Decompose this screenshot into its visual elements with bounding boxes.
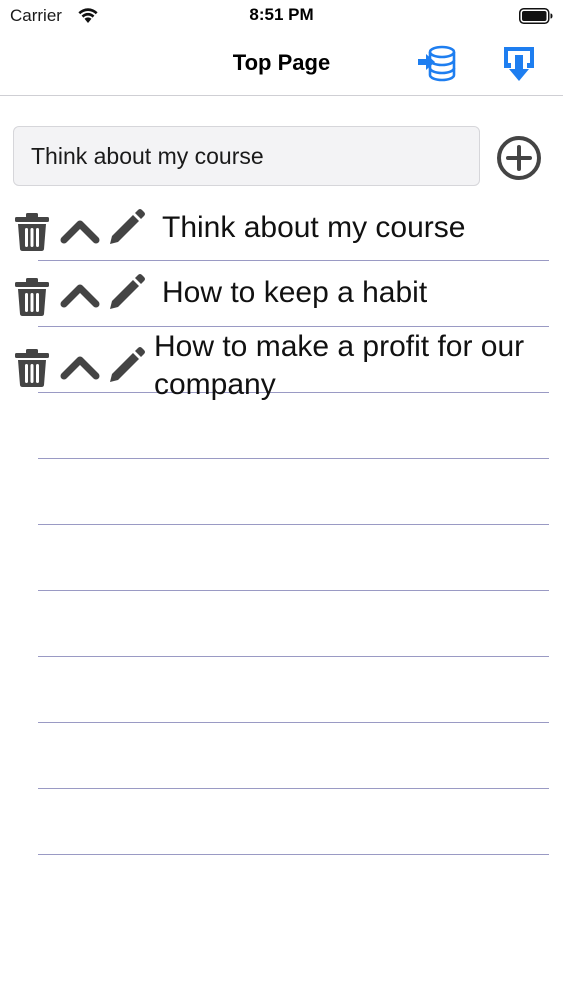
battery-icon	[519, 8, 553, 24]
status-bar: Carrier 8:51 PM	[0, 0, 563, 32]
edit-button[interactable]	[106, 208, 146, 248]
item-title: How to make a profit for our company	[154, 330, 525, 401]
move-up-button[interactable]	[60, 354, 100, 382]
list-separator	[38, 656, 549, 657]
plus-circle-icon	[497, 136, 541, 180]
trash-icon	[15, 213, 49, 251]
list-item: How to keep a habit	[0, 272, 563, 322]
list-item: Think about my course	[0, 206, 563, 256]
todo-text-field[interactable]	[13, 126, 480, 186]
list-separator	[38, 524, 549, 525]
list-separator	[38, 326, 549, 327]
edit-button[interactable]	[106, 273, 146, 313]
pencil-icon	[110, 347, 145, 382]
delete-button[interactable]	[14, 277, 50, 317]
download-icon	[504, 47, 534, 81]
database-import-icon	[418, 45, 456, 82]
move-up-button[interactable]	[60, 218, 100, 246]
list-separator	[38, 788, 549, 789]
list-separator	[38, 458, 549, 459]
trash-icon	[15, 278, 49, 316]
list-separator	[38, 854, 549, 855]
list-item: How to make a profit for our company	[0, 328, 563, 408]
item-title: Think about my course	[162, 211, 466, 244]
list-separator	[38, 722, 549, 723]
pencil-icon	[110, 209, 145, 244]
move-up-button[interactable]	[60, 282, 100, 310]
download-button[interactable]	[500, 44, 542, 84]
chevron-up-icon	[60, 220, 100, 244]
edit-button[interactable]	[106, 346, 146, 386]
navigation-bar: Top Page	[0, 32, 563, 96]
list-separator	[38, 590, 549, 591]
page-title: Top Page	[232, 50, 331, 75]
item-title: How to keep a habit	[162, 276, 428, 309]
list-separator	[38, 260, 549, 261]
add-item-button[interactable]	[495, 134, 543, 182]
chevron-up-icon	[60, 356, 100, 380]
todo-input[interactable]	[14, 127, 479, 185]
import-database-button[interactable]	[416, 44, 458, 84]
delete-button[interactable]	[14, 212, 50, 252]
status-time: 8:51 PM	[249, 5, 314, 24]
pencil-icon	[110, 274, 145, 309]
chevron-up-icon	[60, 284, 100, 308]
delete-button[interactable]	[14, 348, 50, 388]
trash-icon	[15, 349, 49, 387]
